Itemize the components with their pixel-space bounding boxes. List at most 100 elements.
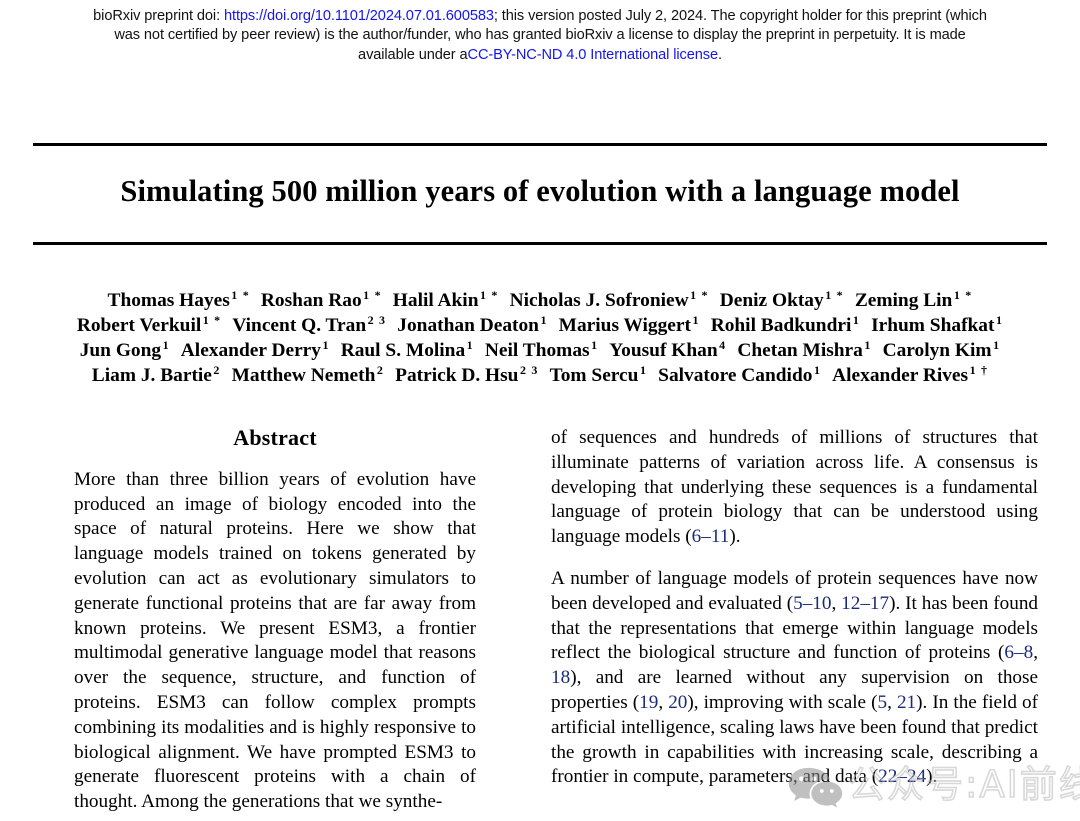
author-label: Deniz Oktay <box>719 290 824 311</box>
author-affiliation-marker: 1 * <box>690 287 709 302</box>
author-row: Thomas Hayes 1 * Roshan Rao 1 * Halil Akin 1 … <box>30 288 1050 313</box>
author-affiliation-marker: 2 <box>213 362 221 377</box>
author-label: Alexander Derry <box>180 340 321 361</box>
author-label: Salvatore Candido <box>658 365 813 386</box>
author-name: Marius Wiggert 1 <box>558 314 700 336</box>
banner-license-prefix: available under a <box>358 46 468 63</box>
banner-line-1: bioRxiv preprint doi: https://doi.org/10… <box>0 7 1080 26</box>
author-name: Vincent Q. Tran 2 3 <box>232 312 387 336</box>
citation-link[interactable]: 20 <box>668 692 687 713</box>
abstract-columns: Abstract More than three billion years o… <box>0 426 1080 821</box>
paper-title: Simulating 500 million years of evolutio… <box>120 174 960 208</box>
citation-link[interactable]: 6–11 <box>692 526 730 547</box>
author-affiliation-marker: 1 <box>591 337 599 352</box>
author-label: Vincent Q. Tran <box>232 315 367 336</box>
title-rule-top <box>33 143 1047 146</box>
cc-license-link[interactable]: CC-BY-NC-ND 4.0 International license <box>468 47 719 63</box>
author-list: Thomas Hayes 1 * Roshan Rao 1 * Halil Akin 1 … <box>30 288 1050 388</box>
author-name: Alexander Rives 1 † <box>832 364 988 386</box>
author-name: Carolyn Kim 1 <box>882 337 1001 361</box>
banner-doi-prefix: bioRxiv preprint doi: <box>93 8 224 24</box>
author-affiliation-marker: 1 * <box>479 287 499 302</box>
author-affiliation-marker: 1 <box>540 312 548 327</box>
banner-license-suffix: . <box>717 46 722 63</box>
abstract-heading: Abstract <box>233 426 317 450</box>
author-affiliation-marker: 2 3 <box>367 312 387 327</box>
author-label: Zeming Lin <box>854 290 953 311</box>
author-label: Liam J. Bartie <box>91 365 212 386</box>
author-row: Jun Gong 1 Alexander Derry 1 Raul S. Molina 1… <box>30 338 1050 363</box>
abstract-column-left: Abstract More than three billion years o… <box>74 426 476 815</box>
author-name: Nicholas J. Sofroniew 1 * <box>509 287 709 311</box>
citation-link[interactable]: 5–10 <box>793 593 831 614</box>
author-label: Tom Sercu <box>549 365 639 386</box>
citation-link[interactable]: 18 <box>551 667 570 688</box>
author-row: Robert Verkuil 1 * Vincent Q. Tran 2 3 Jonat… <box>30 313 1050 338</box>
citation-link[interactable]: 19 <box>639 692 658 713</box>
author-name: Jonathan Deaton 1 <box>397 312 548 336</box>
paragraph-text: of sequences and hundreds of millions of… <box>551 427 1038 548</box>
author-name: Thomas Hayes 1 * <box>107 289 250 311</box>
author-label: Irhum Shafkat <box>871 315 995 336</box>
author-name: Irhum Shafkat 1 <box>871 312 1004 336</box>
author-label: Nicholas J. Sofroniew <box>509 290 689 311</box>
author-name: Zeming Lin 1 * <box>854 287 973 311</box>
author-label: Matthew Nemeth <box>231 365 376 386</box>
banner-line-2: was not certified by peer review) is the… <box>114 27 966 44</box>
author-affiliation-marker: 1 <box>813 362 822 377</box>
paragraph-text: , <box>887 691 897 713</box>
citation-link[interactable]: 5 <box>878 692 888 713</box>
author-name: Halil Akin 1 * <box>393 287 499 311</box>
abstract-column-right: of sequences and hundreds of millions of… <box>551 426 1038 790</box>
author-name: Raul S. Molina 1 <box>340 337 474 361</box>
author-name: Liam J. Bartie 2 <box>91 362 221 386</box>
author-label: Raul S. Molina <box>340 340 466 361</box>
citation-link[interactable]: 21 <box>897 692 916 713</box>
author-label: Yousuf Khan <box>609 340 718 361</box>
citation-link[interactable]: 22–24 <box>878 766 926 787</box>
paragraph-text: ). <box>729 526 741 548</box>
paragraph-text: ). <box>926 766 938 788</box>
citation-link[interactable]: 6–8 <box>1004 642 1033 663</box>
title-rule-bottom <box>33 242 1047 245</box>
paragraph-text: ), improving with scale ( <box>687 691 878 713</box>
author-label: Robert Verkuil <box>76 315 202 336</box>
author-affiliation-marker: 1 <box>993 337 1001 352</box>
author-affiliation-marker: 2 <box>376 362 385 377</box>
author-affiliation-marker: 1 <box>852 312 861 327</box>
author-label: Patrick D. Hsu <box>395 365 519 386</box>
author-label: Alexander Rives <box>832 365 969 386</box>
author-name: Chetan Mishra 1 <box>737 339 871 361</box>
author-label: Roshan Rao <box>260 290 362 311</box>
author-name: Salvatore Candido 1 <box>658 362 822 386</box>
banner-posted-text: ; this version posted July 2, 2024. The … <box>493 8 987 24</box>
author-label: Jonathan Deaton <box>397 315 539 336</box>
author-name: Patrick D. Hsu 2 3 <box>395 364 538 386</box>
author-name: Alexander Derry 1 <box>180 337 330 361</box>
paragraph-text: , <box>831 592 842 614</box>
author-label: Jun Gong <box>79 340 162 361</box>
author-affiliation-marker: 1 * <box>202 312 222 327</box>
author-label: Carolyn Kim <box>882 340 992 361</box>
author-label: Thomas Hayes <box>107 290 230 311</box>
author-name: Robert Verkuil 1 * <box>76 312 222 336</box>
body-paragraph: A number of language models of protein s… <box>551 567 1038 790</box>
author-name: Roshan Rao 1 * <box>260 289 382 311</box>
author-affiliation-marker: 1 <box>995 312 1004 327</box>
citation-link[interactable]: 12–17 <box>841 593 889 614</box>
author-affiliation-marker: 1 <box>162 337 170 352</box>
author-affiliation-marker: 1 <box>322 337 330 352</box>
biorxiv-preprint-banner: bioRxiv preprint doi: https://doi.org/10… <box>0 0 1080 65</box>
author-row: Liam J. Bartie 2 Matthew Nemeth 2 Patrick D.… <box>30 363 1050 388</box>
author-label: Chetan Mishra <box>737 340 863 361</box>
paragraph-text: , <box>658 691 669 713</box>
author-label: Marius Wiggert <box>558 315 691 336</box>
doi-link[interactable]: https://doi.org/10.1101/2024.07.01.60058… <box>224 8 494 24</box>
author-name: Neil Thomas 1 <box>485 337 599 361</box>
author-label: Rohil Badkundri <box>710 315 852 336</box>
author-affiliation-marker: 1 * <box>953 287 973 302</box>
author-name: Tom Sercu 1 <box>549 362 648 386</box>
author-affiliation-marker: 1 <box>466 337 474 352</box>
author-affiliation-marker: 4 <box>719 337 727 352</box>
author-affiliation-marker: 1 <box>639 362 648 377</box>
